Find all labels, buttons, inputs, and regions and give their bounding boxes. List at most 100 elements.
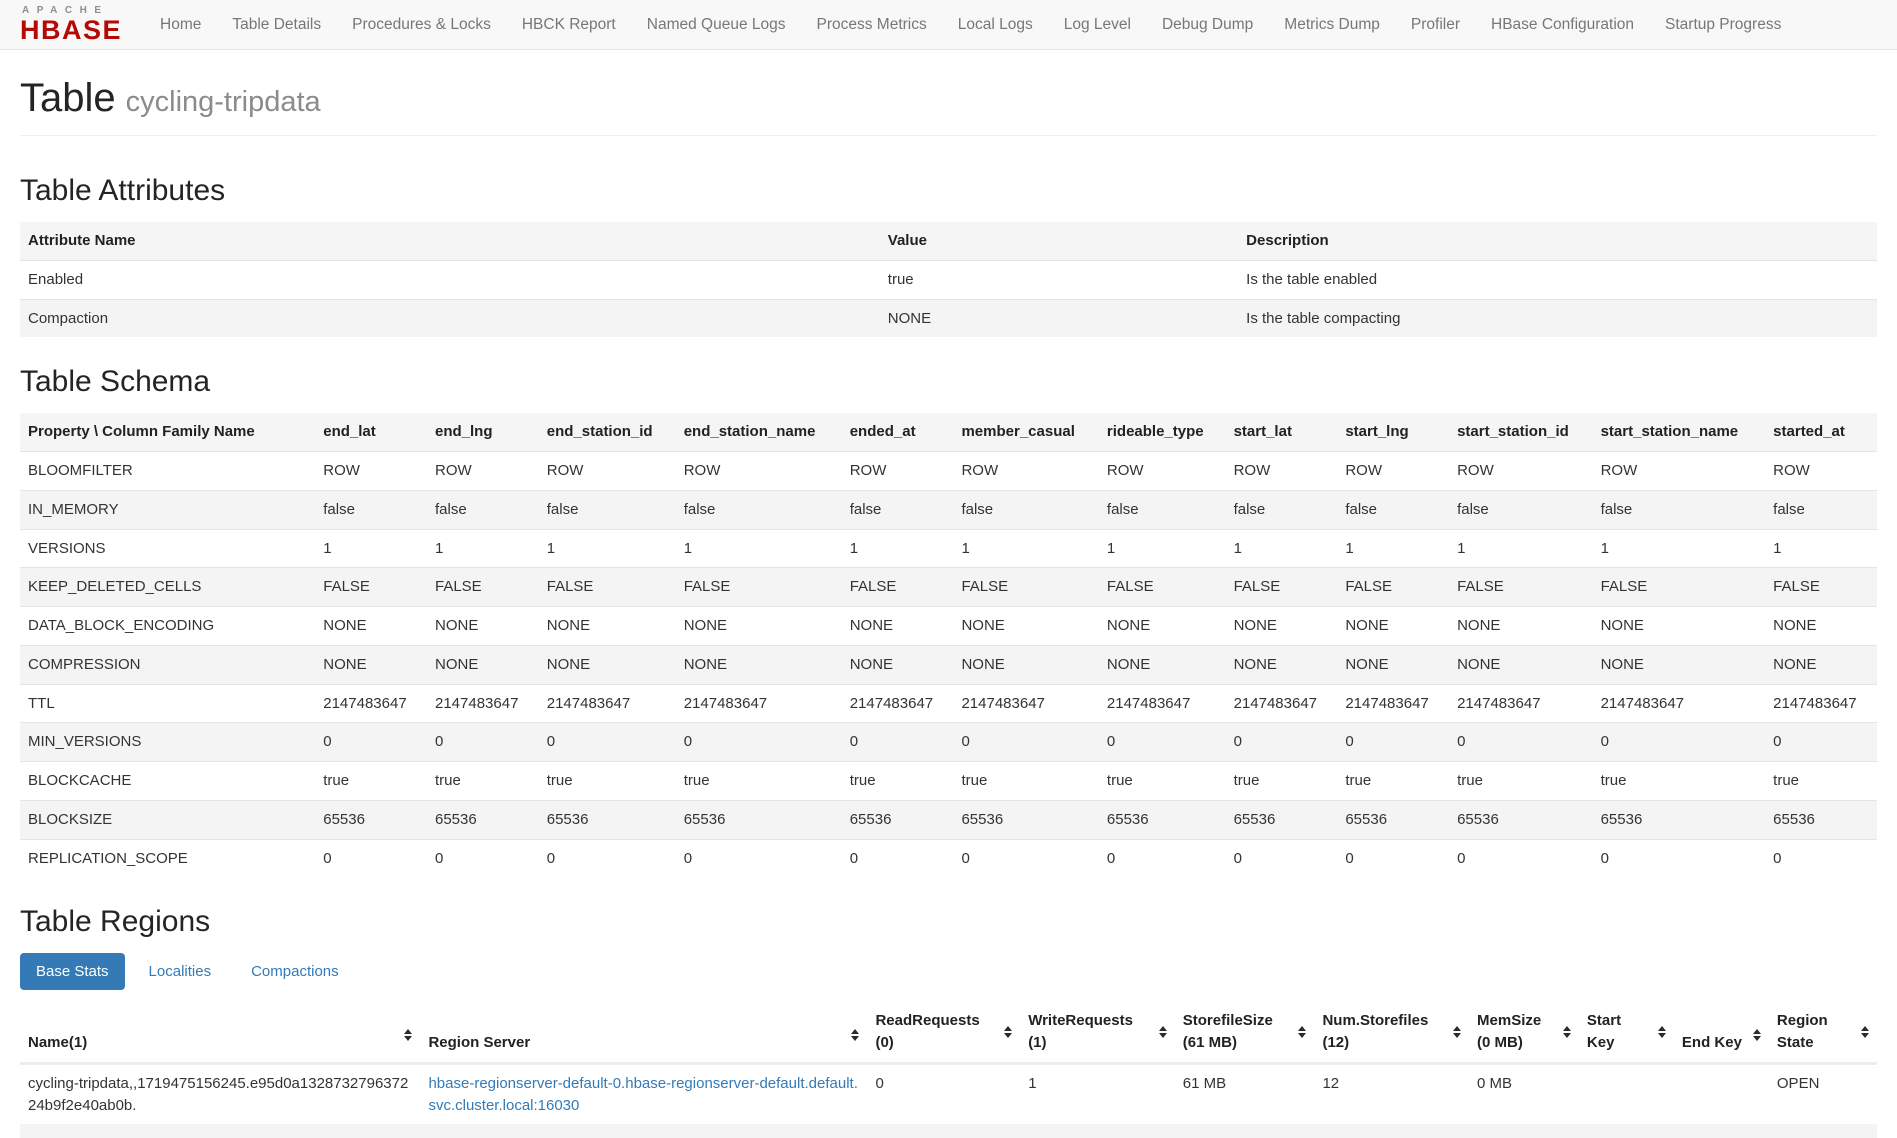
sort-icon[interactable] xyxy=(1159,1026,1167,1038)
nav-item-named-queue-logs[interactable]: Named Queue Logs xyxy=(647,16,786,34)
sort-icon[interactable] xyxy=(1658,1026,1666,1038)
schema-row-blocksize: BLOCKSIZE6553665536655366553665536655366… xyxy=(20,800,1877,839)
sort-icon[interactable] xyxy=(1298,1026,1306,1038)
schema-value-cell: true xyxy=(1449,762,1593,801)
regions-col-label: StorefileSize (61 MB) xyxy=(1183,1010,1293,1054)
schema-value-cell: 0 xyxy=(315,723,427,762)
schema-value-cell: NONE xyxy=(1337,607,1449,646)
attributes-heading: Table Attributes xyxy=(20,174,1877,208)
schema-value-cell: true xyxy=(1226,762,1338,801)
sort-icon[interactable] xyxy=(1753,1029,1761,1041)
hbase-logo[interactable]: APACHE HBASE xyxy=(20,6,122,44)
schema-value-cell: 65536 xyxy=(1337,800,1449,839)
schema-value-cell: 2147483647 xyxy=(676,684,842,723)
schema-value-cell: 0 xyxy=(676,839,842,877)
schema-value-cell: true xyxy=(1337,762,1449,801)
sort-down-arrow xyxy=(1658,1033,1666,1038)
nav-item-debug-dump[interactable]: Debug Dump xyxy=(1162,16,1253,34)
schema-value-cell: 2147483647 xyxy=(427,684,539,723)
schema-value-cell: NONE xyxy=(1449,607,1593,646)
schema-value-cell: false xyxy=(1337,490,1449,529)
attribute-row-compaction: CompactionNONEIs the table compacting xyxy=(20,299,1877,337)
schema-value-cell: ROW xyxy=(315,452,427,491)
schema-value-cell: false xyxy=(539,490,676,529)
schema-col-start-station-name: start_station_name xyxy=(1593,413,1766,451)
nav-item-log-level[interactable]: Log Level xyxy=(1064,16,1131,34)
nav-item-hbase-configuration[interactable]: HBase Configuration xyxy=(1491,16,1634,34)
nav-item-startup-progress[interactable]: Startup Progress xyxy=(1665,16,1781,34)
schema-value-cell: false xyxy=(1593,490,1766,529)
schema-value-cell: 0 xyxy=(1593,839,1766,877)
schema-col-member-casual: member_casual xyxy=(953,413,1098,451)
sort-down-arrow xyxy=(1298,1033,1306,1038)
tab-compactions[interactable]: Compactions xyxy=(235,953,355,990)
schema-value-cell: NONE xyxy=(315,645,427,684)
schema-value-cell: ROW xyxy=(539,452,676,491)
sort-icon[interactable] xyxy=(1861,1026,1869,1038)
attribute-cell: true xyxy=(880,260,1238,299)
regions-col-inner: StorefileSize (61 MB) xyxy=(1183,1010,1307,1054)
sort-down-arrow xyxy=(1004,1033,1012,1038)
nav-item-profiler[interactable]: Profiler xyxy=(1411,16,1460,34)
attributes-col-description: Description xyxy=(1238,222,1877,260)
sort-up-arrow xyxy=(1563,1026,1571,1031)
schema-value-cell: false xyxy=(1449,490,1593,529)
nav-item-table-details[interactable]: Table Details xyxy=(232,16,321,34)
schema-row-bloomfilter: BLOOMFILTERROWROWROWROWROWROWROWROWROWRO… xyxy=(20,452,1877,491)
schema-value-cell: FALSE xyxy=(1337,568,1449,607)
schema-value-cell: true xyxy=(676,762,842,801)
region-server-cell: hbase-regionserver-default-0.hbase-regio… xyxy=(420,1063,867,1124)
schema-value-cell: 0 xyxy=(1449,839,1593,877)
regions-table: Name(1)Region ServerReadRequests (0)Writ… xyxy=(20,1002,1877,1138)
schema-value-cell: ROW xyxy=(427,452,539,491)
schema-value-cell: false xyxy=(1099,490,1226,529)
schema-value-cell: NONE xyxy=(676,607,842,646)
region-start-key-cell xyxy=(1579,1063,1674,1124)
nav-item-home[interactable]: Home xyxy=(160,16,201,34)
schema-col-started-at: started_at xyxy=(1765,413,1877,451)
regions-col-inner: ReadRequests (0) xyxy=(875,1010,1012,1054)
schema-value-cell: 0 xyxy=(539,723,676,762)
sort-icon[interactable] xyxy=(851,1029,859,1041)
schema-value-cell: true xyxy=(315,762,427,801)
schema-value-cell: 1 xyxy=(315,529,427,568)
schema-value-cell: false xyxy=(953,490,1098,529)
schema-row-blockcache: BLOCKCACHEtruetruetruetruetruetruetruetr… xyxy=(20,762,1877,801)
schema-value-cell: NONE xyxy=(842,645,954,684)
sort-icon[interactable] xyxy=(1453,1026,1461,1038)
region-server-link[interactable]: hbase-regionserver-default-0.hbase-regio… xyxy=(428,1075,857,1114)
regions-col-inner: Name(1) xyxy=(28,1016,412,1054)
sort-icon[interactable] xyxy=(1004,1026,1012,1038)
schema-value-cell: false xyxy=(676,490,842,529)
nav-item-metrics-dump[interactable]: Metrics Dump xyxy=(1284,16,1380,34)
sort-down-arrow xyxy=(1563,1033,1571,1038)
sort-up-arrow xyxy=(1658,1026,1666,1031)
tab-localities[interactable]: Localities xyxy=(133,953,228,990)
schema-property-cell: BLOOMFILTER xyxy=(20,452,315,491)
schema-value-cell: 65536 xyxy=(676,800,842,839)
schema-row-keep-deleted-cells: KEEP_DELETED_CELLSFALSEFALSEFALSEFALSEFA… xyxy=(20,568,1877,607)
nav-item-process-metrics[interactable]: Process Metrics xyxy=(816,16,926,34)
nav-item-procedures-locks[interactable]: Procedures & Locks xyxy=(352,16,491,34)
nav-item-hbck-report[interactable]: HBCK Report xyxy=(522,16,616,34)
sort-icon[interactable] xyxy=(1563,1026,1571,1038)
nav-item-local-logs[interactable]: Local Logs xyxy=(958,16,1033,34)
regions-col-label: MemSize (0 MB) xyxy=(1477,1010,1557,1054)
schema-value-cell: FALSE xyxy=(1593,568,1766,607)
sort-up-arrow xyxy=(1159,1026,1167,1031)
sort-up-arrow xyxy=(1753,1029,1761,1034)
regions-col-inner: Num.Storefiles (12) xyxy=(1322,1010,1461,1054)
sort-down-arrow xyxy=(404,1036,412,1041)
schema-value-cell: 65536 xyxy=(1593,800,1766,839)
schema-value-cell: NONE xyxy=(427,607,539,646)
tab-base-stats[interactable]: Base Stats xyxy=(20,953,125,990)
schema-value-cell: 1 xyxy=(1337,529,1449,568)
schema-value-cell: FALSE xyxy=(427,568,539,607)
sort-icon[interactable] xyxy=(404,1029,412,1041)
region-name-cell: cycling-tripdata,,1719475156245.e95d0a13… xyxy=(20,1063,420,1124)
schema-value-cell: FALSE xyxy=(676,568,842,607)
region-state-cell: OPEN xyxy=(1769,1063,1877,1124)
schema-property-cell: IN_MEMORY xyxy=(20,490,315,529)
schema-value-cell: ROW xyxy=(1593,452,1766,491)
schema-value-cell: true xyxy=(953,762,1098,801)
